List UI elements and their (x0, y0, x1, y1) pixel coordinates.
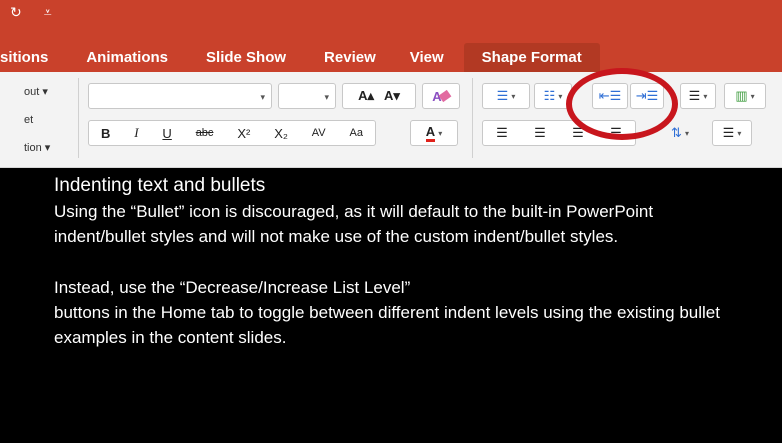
tab-transitions[interactable]: sitions (0, 49, 48, 72)
subscript-button[interactable]: X₂ (274, 126, 288, 141)
change-case-button[interactable]: Aa (350, 127, 363, 139)
paragraph-instructions-line1: Instead, use the “Decrease/Increase List… (54, 278, 411, 297)
font-size-buttons: A▴ A▾ (342, 83, 416, 109)
slides-group: out ▾ et tion ▾ (24, 78, 50, 162)
clear-formatting-button[interactable]: A (422, 83, 460, 109)
paragraph-instructions-line2: buttons in the Home tab to toggle betwee… (54, 303, 720, 347)
bullets-button[interactable]: ☰ ▾ (482, 83, 530, 109)
underline-button[interactable]: U (162, 126, 171, 141)
tab-shape-format[interactable]: Shape Format (463, 43, 600, 72)
font-color-button[interactable]: A ▾ (410, 120, 458, 146)
character-spacing-button[interactable]: AV (312, 127, 326, 139)
chevron-down-icon: ▾ (703, 91, 708, 101)
chevron-down-icon: ▾ (260, 92, 265, 102)
align-center-icon[interactable]: ☰ (534, 125, 546, 141)
superscript-button[interactable]: X² (237, 126, 250, 141)
tab-slide-show[interactable]: Slide Show (206, 49, 286, 72)
align-text-icon: ☰ (722, 125, 735, 140)
quick-access-toolbar: ↻ ⩡ (10, 4, 52, 21)
tab-view[interactable]: View (410, 49, 444, 72)
chevron-down-icon: ▾ (511, 91, 516, 101)
chevron-down-icon: ▾ (737, 128, 742, 138)
shrink-font-button[interactable]: A▾ (384, 88, 400, 104)
tab-review[interactable]: Review (324, 49, 376, 72)
italic-button[interactable]: I (134, 125, 138, 141)
font-name-dropdown[interactable]: ▾ (88, 83, 272, 109)
slide-heading: Indenting text and bullets (54, 175, 266, 196)
bold-button[interactable]: B (101, 126, 110, 141)
customize-toolbar-icon[interactable]: ⩡ (44, 4, 52, 21)
group-divider (78, 78, 79, 158)
section-button[interactable]: tion ▾ (24, 134, 50, 162)
numbered-list-icon: ☷ (543, 88, 556, 103)
chevron-down-icon: ▾ (324, 92, 329, 102)
grow-font-button[interactable]: A▴ (358, 88, 374, 104)
font-size-dropdown[interactable]: ▾ (278, 83, 336, 109)
chevron-down-icon: ▾ (558, 91, 563, 101)
redo-icon[interactable]: ↻ (10, 4, 22, 21)
bullet-list-icon: ☰ (496, 88, 509, 103)
chevron-down-icon: ▾ (438, 128, 443, 138)
chevron-down-icon: ▾ (684, 128, 689, 138)
columns-icon: ▥ (735, 88, 748, 103)
layout-button[interactable]: out ▾ (24, 78, 50, 106)
align-left-icon[interactable]: ☰ (496, 125, 508, 141)
font-color-icon: A (425, 124, 436, 142)
paragraph-bullet-warning: Using the “Bullet” icon is discouraged, … (54, 202, 654, 246)
align-text-button[interactable]: ☰ ▾ (712, 120, 752, 146)
text-format-group: B I U abc X² X₂ AV Aa (88, 120, 376, 146)
reset-button[interactable]: et (24, 106, 50, 134)
chevron-down-icon: ▾ (750, 91, 755, 101)
ribbon-tabs: sitions Animations Slide Show Review Vie… (0, 43, 600, 72)
group-divider (472, 78, 473, 158)
columns-button[interactable]: ▥ ▾ (724, 83, 766, 109)
highlight-circle (566, 68, 678, 140)
tab-animations[interactable]: Animations (86, 49, 168, 72)
line-spacing-icon: ☰ (688, 88, 701, 103)
title-bar: ↻ ⩡ sitions Animations Slide Show Review… (0, 0, 782, 72)
line-spacing-button[interactable]: ☰ ▾ (680, 83, 716, 109)
slide-content: Indenting text and bullets Using the “Bu… (54, 174, 754, 350)
text-direction-icon: ⇅ (671, 125, 682, 140)
strikethrough-button[interactable]: abc (196, 127, 214, 139)
